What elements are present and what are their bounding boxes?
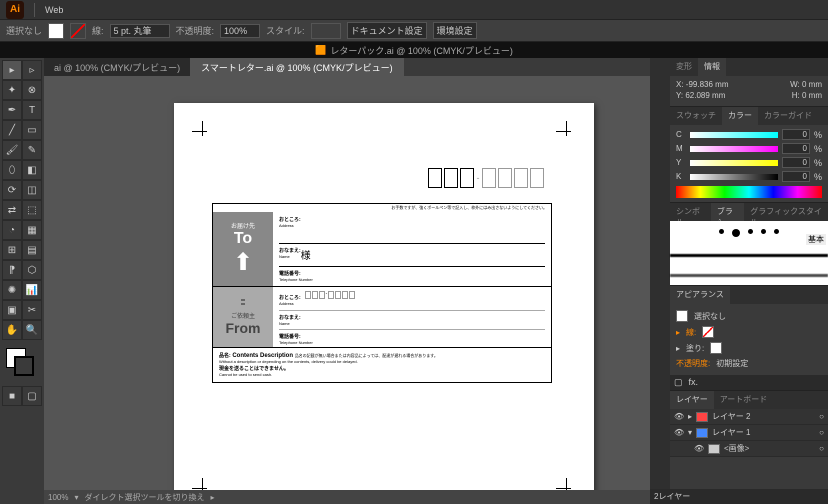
opacity-label: 不透明度: — [176, 24, 215, 37]
shape-builder-tool[interactable]: ◔ — [2, 220, 22, 240]
web-label[interactable]: Web — [45, 5, 63, 15]
cyan-slider[interactable] — [690, 132, 778, 138]
pencil-tool[interactable]: ✎ — [22, 140, 42, 160]
eyedropper-tool[interactable]: ⁋ — [2, 260, 22, 280]
fx-menu[interactable]: fx. — [689, 377, 699, 388]
type-tool[interactable]: T — [22, 100, 42, 120]
colorguide-tab[interactable]: カラーガイド — [758, 107, 818, 125]
color-mode[interactable]: ■ — [2, 386, 22, 406]
prefs-button[interactable]: 環境設定 — [433, 22, 477, 39]
eraser-tool[interactable]: ◧ — [22, 160, 42, 180]
gradient-tool[interactable]: ▤ — [22, 240, 42, 260]
fill-swatch[interactable] — [48, 23, 64, 39]
tab-1[interactable]: ai @ 100% (CMYK/プレビュー) — [44, 58, 191, 76]
brush-tab[interactable]: ブラシ — [711, 203, 744, 221]
toolbox: ▸▹ ✦⊗ ✒T ╱▭ 🖌✎ ⬯◧ ⟳◫ ⇄⬚ ◔▦ ⊞▤ ⁋⬡ ✺📊 ▣✂ ✋… — [0, 58, 44, 504]
info-panel: 変形 情報 X: -99.836 mmW: 0 mm Y: 62.089 mmH… — [670, 58, 828, 107]
direct-selection-tool[interactable]: ▹ — [22, 60, 42, 80]
symbol-sprayer-tool[interactable]: ✺ — [2, 280, 22, 300]
blob-brush-tool[interactable]: ⬯ — [2, 160, 22, 180]
lasso-tool[interactable]: ⊗ — [22, 80, 42, 100]
paintbrush-tool[interactable]: 🖌 — [2, 140, 22, 160]
width-tool[interactable]: ⇄ — [2, 200, 22, 220]
screen-mode[interactable]: ▢ — [22, 386, 42, 406]
fx-button[interactable]: ▢ — [674, 377, 683, 388]
rectangle-tool[interactable]: ▭ — [22, 120, 42, 140]
letter-form: お手数ですが、強くボールペン等で記入し、枠外にはみ出さないようにしてください。 … — [212, 203, 552, 383]
graph-tool[interactable]: 📊 — [22, 280, 42, 300]
layers-tab[interactable]: レイヤー — [670, 391, 714, 409]
canvas[interactable]: ai @ 100% (CMYK/プレビュー) スマートレター.ai @ 100%… — [44, 58, 650, 504]
zoom-level[interactable]: 100% — [48, 493, 68, 502]
artboards-tab[interactable]: アートボード — [714, 391, 774, 409]
blend-tool[interactable]: ⬡ — [22, 260, 42, 280]
layer-row[interactable]: 👁▸レイヤー 2○ — [670, 409, 828, 425]
symbol-tab[interactable]: シンボル — [670, 203, 711, 221]
stroke-swatch[interactable] — [70, 23, 86, 39]
slice-tool[interactable]: ✂ — [22, 300, 42, 320]
tab-2[interactable]: スマートレター.ai @ 100% (CMYK/プレビュー) — [191, 58, 403, 76]
perspective-tool[interactable]: ▦ — [22, 220, 42, 240]
status-tip: ダイレクト選択ツールを切り換え — [84, 492, 204, 503]
yellow-slider[interactable] — [690, 160, 778, 166]
pen-tool[interactable]: ✒ — [2, 100, 22, 120]
stroke-weight-input[interactable] — [110, 24, 170, 38]
layer-row[interactable]: 👁<画像>○ — [670, 441, 828, 457]
line-tool[interactable]: ╱ — [2, 120, 22, 140]
brush-panel: シンボル ブラシ グラフィックスタイル 基本 — [670, 203, 828, 286]
selection-tool[interactable]: ▸ — [2, 60, 22, 80]
app-logo: Ai — [6, 1, 24, 19]
black-slider[interactable] — [690, 174, 778, 180]
magenta-slider[interactable] — [690, 146, 778, 152]
artboard-tool[interactable]: ▣ — [2, 300, 22, 320]
fill-stroke-control[interactable] — [2, 346, 42, 386]
spectrum[interactable] — [676, 186, 822, 198]
doc-setup-button[interactable]: ドキュメント設定 — [347, 22, 427, 39]
transform-tab[interactable]: 変形 — [670, 58, 698, 76]
color-tab[interactable]: カラー — [722, 107, 758, 125]
stroke-color[interactable] — [14, 356, 34, 376]
mesh-tool[interactable]: ⊞ — [2, 240, 22, 260]
appearance-tab[interactable]: アピアランス — [670, 286, 730, 304]
scale-tool[interactable]: ◫ — [22, 180, 42, 200]
layers-panel: レイヤー アートボード 👁▸レイヤー 2○ 👁▾レイヤー 1○ 👁<画像>○ 2… — [670, 391, 828, 504]
zoom-tool[interactable]: 🔍 — [22, 320, 42, 340]
magic-wand-tool[interactable]: ✦ — [2, 80, 22, 100]
hand-tool[interactable]: ✋ — [2, 320, 22, 340]
appearance-panel: アピアランス 選択なし ▸ 線: ▸ 塗り: 不透明度: 初期設定 ▢fx. — [670, 286, 828, 391]
swatch-tab[interactable]: スウォッチ — [670, 107, 722, 125]
arrow-up-icon: ⬆ — [233, 248, 253, 277]
stroke-label: 線: — [92, 24, 104, 37]
window-title: レターパック.ai @ 100% (CMYK/プレビュー) — [330, 44, 513, 57]
info-tab[interactable]: 情報 — [698, 58, 726, 76]
style-label: スタイル: — [266, 24, 305, 37]
postal-code-boxes: - — [428, 168, 544, 188]
color-panel: スウォッチ カラー カラーガイド C0% M0% Y0% K0% — [670, 107, 828, 203]
style-swatch[interactable] — [311, 23, 341, 39]
selection-label: 選択なし — [6, 24, 42, 37]
doc-icon: 🟧 — [315, 45, 326, 56]
gstyle-tab[interactable]: グラフィックスタイル — [744, 203, 828, 221]
artboard: - お手数ですが、強くボールペン等で記入し、枠外にはみ出さないようにしてください… — [174, 103, 594, 504]
layer-row[interactable]: 👁▾レイヤー 1○ — [670, 425, 828, 441]
rotate-tool[interactable]: ⟳ — [2, 180, 22, 200]
opacity-input[interactable] — [220, 24, 260, 38]
free-transform-tool[interactable]: ⬚ — [22, 200, 42, 220]
